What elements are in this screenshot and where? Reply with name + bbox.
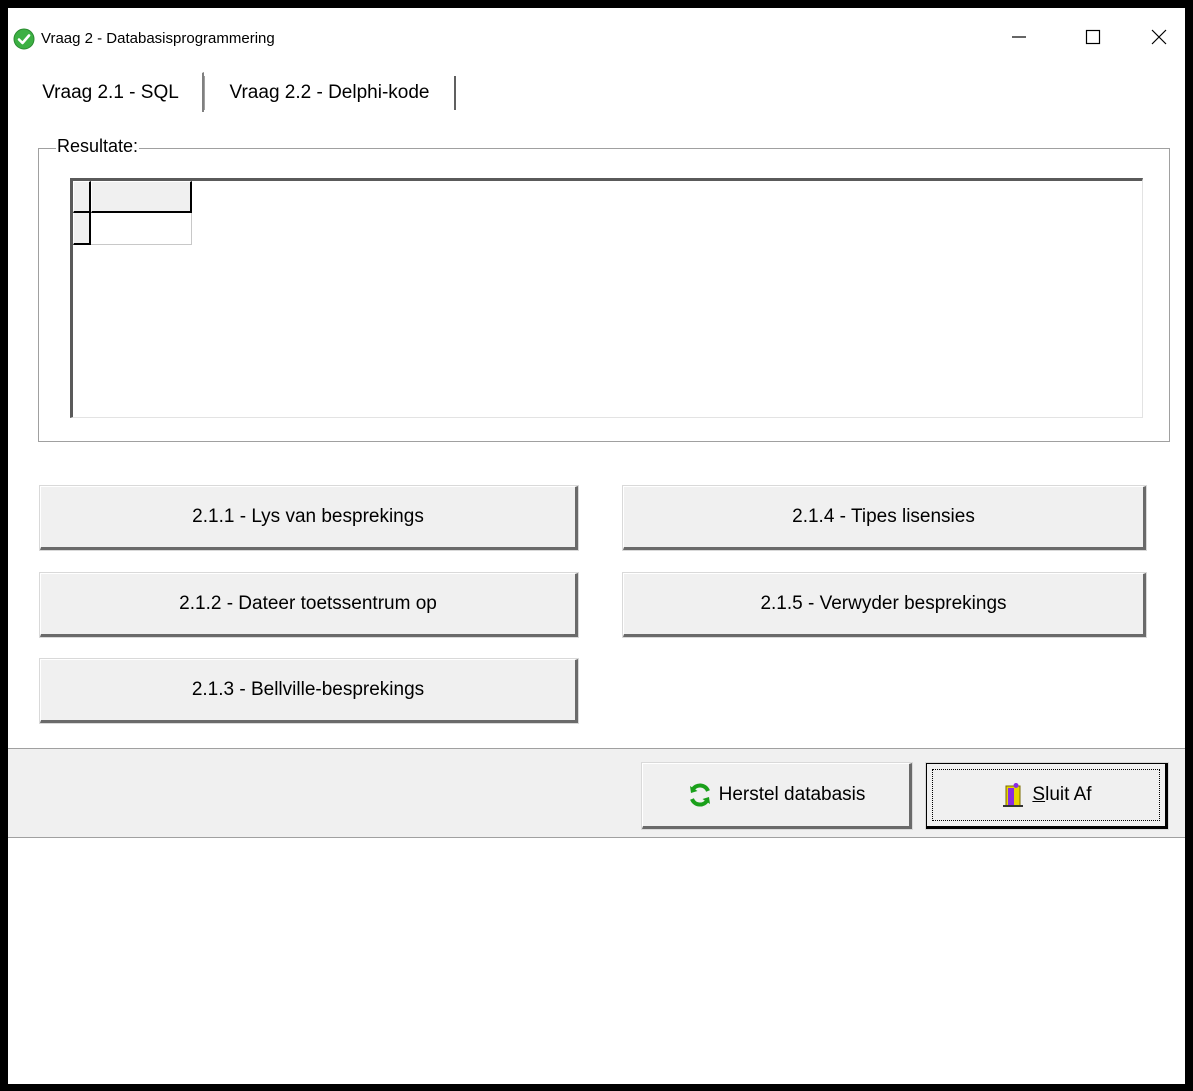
bellville-bookings-button[interactable]: 2.1.3 - Bellville-besprekings (40, 659, 578, 723)
title-bar[interactable]: Vraag 2 - Databasisprogrammering (8, 8, 1185, 68)
tab-label: Vraag 2.2 - Delphi-kode (229, 82, 430, 103)
minimize-button[interactable] (996, 14, 1042, 60)
grid-header-cell[interactable] (91, 181, 192, 213)
bottom-button-panel: Herstel databasis Sluit Af (8, 748, 1185, 838)
delete-bookings-button[interactable]: 2.1.5 - Verwyder besprekings (623, 573, 1146, 637)
results-grid[interactable] (70, 178, 1143, 418)
check-circle-icon (13, 28, 35, 50)
restore-database-button[interactable]: Herstel databasis (642, 763, 912, 829)
close-window-button[interactable] (1136, 14, 1182, 60)
grid-row-indicator[interactable] (73, 213, 91, 245)
close-app-label: Sluit Af (1032, 784, 1092, 805)
results-label: Resultate: (56, 136, 140, 157)
maximize-button[interactable] (1070, 14, 1116, 60)
grid-data-cell[interactable] (91, 213, 192, 245)
grid-corner-cell (73, 181, 91, 213)
licence-types-button[interactable]: 2.1.4 - Tipes lisensies (623, 486, 1146, 550)
app-window: Vraag 2 - Databasisprogrammering Vraag 2… (8, 8, 1185, 1084)
maximize-icon (1085, 29, 1101, 45)
restore-database-label: Herstel databasis (718, 784, 866, 805)
update-test-centre-button[interactable]: 2.1.2 - Dateer toetssentrum op (40, 573, 578, 637)
bottom-area: Herstel databasis Sluit Af (8, 748, 1185, 1084)
exit-door-icon (1000, 782, 1026, 808)
minimize-icon (1011, 29, 1027, 45)
tab-vraag-2-2-delphi-kode[interactable]: Vraag 2.2 - Delphi-kode (204, 76, 456, 110)
close-app-button[interactable]: Sluit Af (926, 763, 1168, 829)
list-bookings-button[interactable]: 2.1.1 - Lys van besprekings (40, 486, 578, 550)
refresh-icon (687, 782, 713, 808)
tab-vraag-2-1-sql[interactable]: Vraag 2.1 - SQL (18, 72, 204, 112)
tab-label: Vraag 2.1 - SQL (42, 81, 179, 103)
tab-strip: Vraag 2.1 - SQL Vraag 2.2 - Delphi-kode (8, 72, 1185, 116)
tab-page-sql: Resultate: 2.1.1 - Lys van besprekings 2… (8, 112, 1185, 748)
close-icon (1151, 29, 1167, 45)
window-title: Vraag 2 - Databasisprogrammering (41, 30, 275, 47)
